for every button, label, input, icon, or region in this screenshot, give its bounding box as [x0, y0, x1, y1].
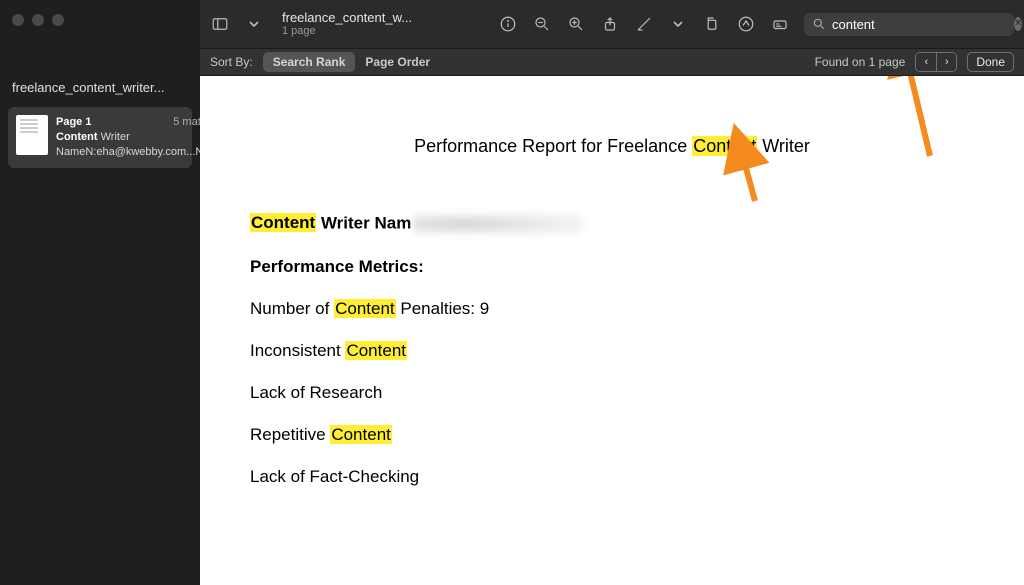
penalties-highlight: Content — [334, 299, 396, 318]
document-viewport[interactable]: Performance Report for Freelance Content… — [200, 76, 1024, 585]
search-result-card[interactable]: Page 1 5 matches Content Writer NameN:eh… — [8, 107, 192, 168]
inconsistent-highlight: Content — [345, 341, 407, 360]
lack-factcheck-line: Lack of Fact-Checking — [250, 467, 974, 487]
rotate-icon[interactable] — [702, 14, 722, 34]
minimize-window-icon[interactable] — [32, 14, 44, 26]
toolbar-search[interactable]: ✕ — [804, 13, 1014, 36]
document-title: freelance_content_w... — [282, 11, 422, 25]
snippet-highlight: Content — [56, 131, 98, 143]
thumbnail-page-label: Page 1 — [56, 115, 91, 130]
thumbnail-snippet: Content Writer NameN:eha@kwebby.com...Nu… — [56, 130, 224, 160]
repetitive-pre: Repetitive — [250, 425, 330, 444]
heading-post: Writer — [757, 136, 810, 156]
heading-pre: Performance Report for Freelance — [414, 136, 692, 156]
search-icon — [812, 17, 826, 31]
window-controls — [0, 8, 200, 40]
sidebar-file-title: freelance_content_writer... — [0, 40, 200, 105]
repetitive-highlight: Content — [330, 425, 392, 444]
sort-search-rank[interactable]: Search Rank — [263, 52, 356, 72]
page-thumbnail-icon — [16, 115, 48, 155]
penalties-post: Penalties: 9 — [396, 299, 490, 318]
document-heading: Performance Report for Freelance Content… — [250, 136, 974, 157]
find-next-button[interactable]: › — [936, 53, 956, 71]
sidebar: freelance_content_writer... Page 1 5 mat… — [0, 0, 200, 585]
zoom-out-icon[interactable] — [532, 14, 552, 34]
inconsistent-pre: Inconsistent — [250, 341, 345, 360]
lack-research-line: Lack of Research — [250, 383, 974, 403]
form-fill-icon[interactable] — [770, 14, 790, 34]
sidebar-toggle-icon[interactable] — [210, 14, 230, 34]
document-subtitle: 1 page — [282, 25, 422, 37]
highlight-menu-chevron-icon[interactable] — [668, 14, 688, 34]
sidebar-menu-chevron-icon[interactable] — [244, 14, 264, 34]
writer-name-line: Content Writer Nam — [250, 213, 974, 235]
info-icon[interactable] — [498, 14, 518, 34]
clear-search-icon[interactable]: ✕ — [1014, 17, 1022, 31]
document-page: Performance Report for Freelance Content… — [200, 76, 1024, 585]
inconsistent-line: Inconsistent Content — [250, 341, 974, 361]
document-title-block: freelance_content_w... 1 page — [282, 11, 422, 37]
share-icon[interactable] — [600, 14, 620, 34]
highlight-icon[interactable] — [634, 14, 654, 34]
penalties-line: Number of Content Penalties: 9 — [250, 299, 974, 319]
sort-segmented-control: Search Rank — [263, 52, 356, 72]
zoom-window-icon[interactable] — [52, 14, 64, 26]
find-result-count: Found on 1 page — [815, 55, 906, 69]
find-prev-button[interactable]: ‹ — [916, 53, 936, 71]
find-nav-controls: ‹ › — [915, 52, 957, 72]
name-highlight: Content — [250, 213, 316, 232]
repetitive-line: Repetitive Content — [250, 425, 974, 445]
search-input[interactable] — [832, 17, 1008, 32]
sort-page-order[interactable]: Page Order — [365, 55, 430, 69]
markup-icon[interactable] — [736, 14, 756, 34]
heading-highlight: Content — [692, 136, 757, 156]
redacted-blur — [413, 213, 583, 235]
close-window-icon[interactable] — [12, 14, 24, 26]
main-area: freelance_content_w... 1 page — [200, 0, 1024, 585]
metrics-heading: Performance Metrics: — [250, 257, 974, 277]
name-rest: Writer Nam — [316, 213, 411, 232]
find-bar: Sort By: Search Rank Page Order Found on… — [200, 48, 1024, 76]
app-window: freelance_content_writer... Page 1 5 mat… — [0, 0, 1024, 585]
zoom-in-icon[interactable] — [566, 14, 586, 34]
find-done-button[interactable]: Done — [967, 52, 1014, 72]
search-result-meta: Page 1 5 matches Content Writer NameN:eh… — [56, 115, 224, 160]
penalties-pre: Number of — [250, 299, 334, 318]
sort-by-label: Sort By: — [210, 55, 253, 69]
toolbar: freelance_content_w... 1 page — [200, 0, 1024, 48]
